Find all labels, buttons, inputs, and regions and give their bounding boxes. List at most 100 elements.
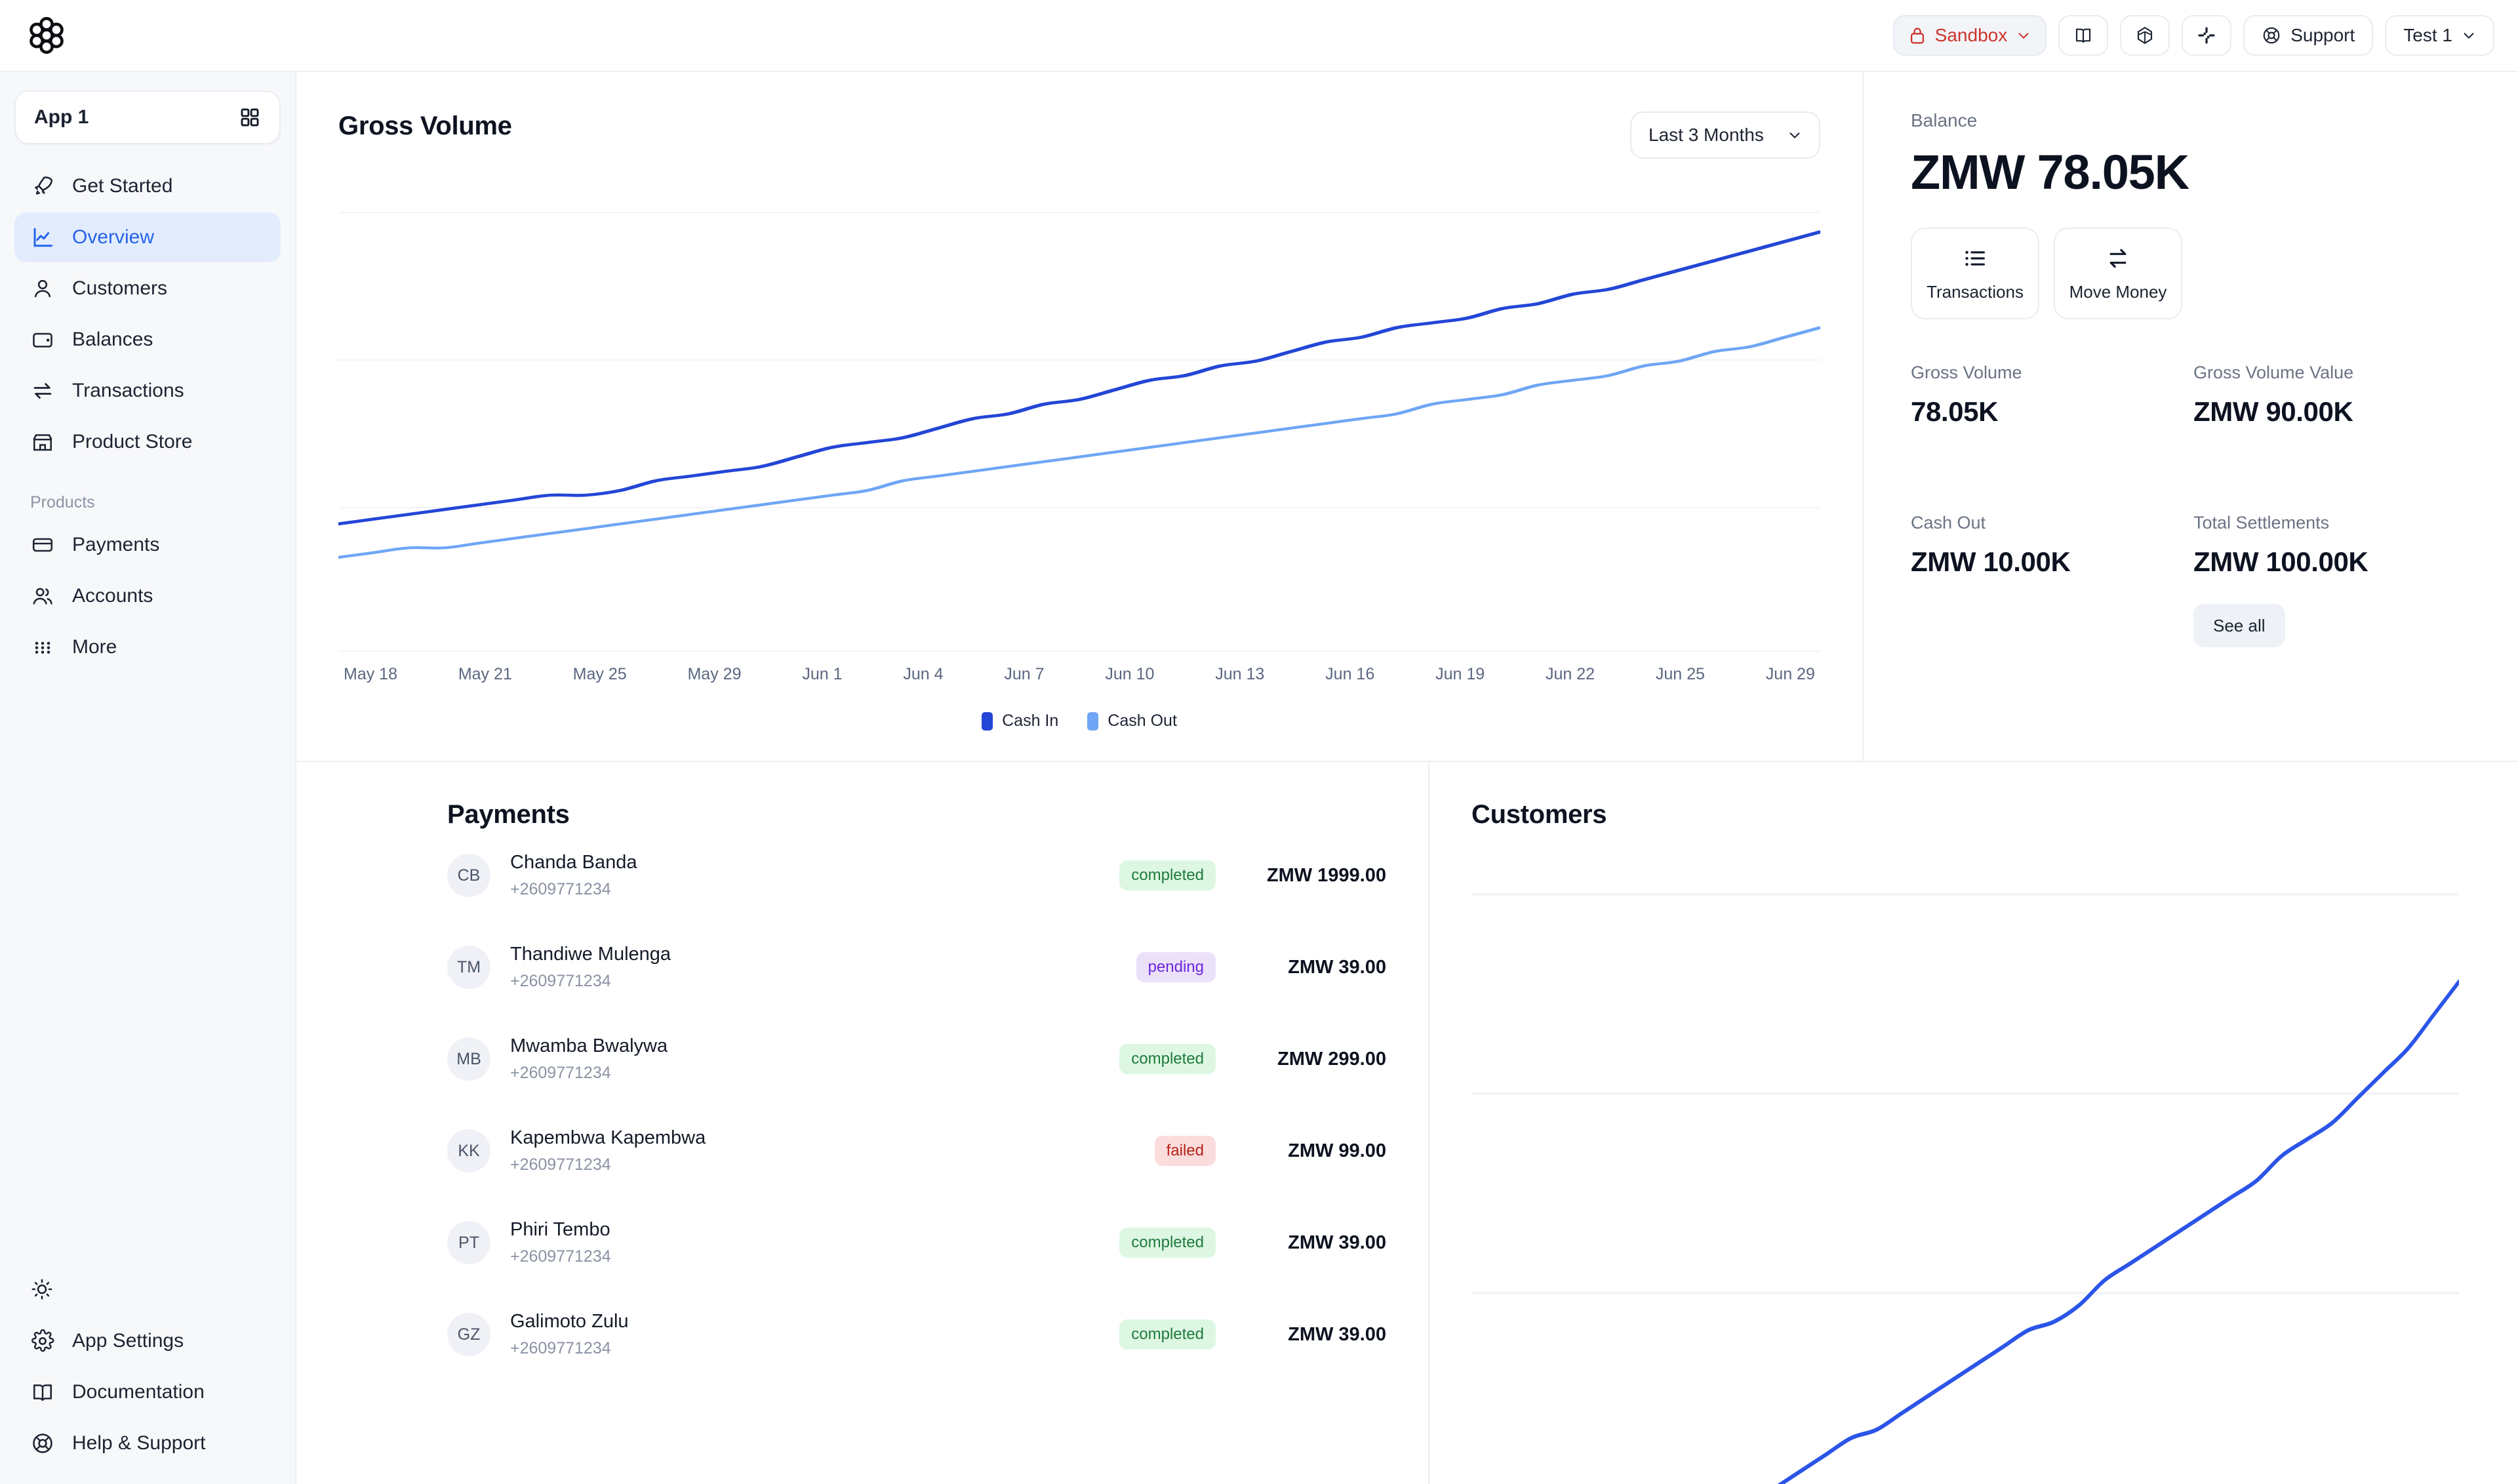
- avatar: TM: [447, 946, 490, 989]
- x-tick-label: Jun 16: [1325, 665, 1375, 683]
- account-menu[interactable]: Test 1: [2385, 15, 2494, 56]
- customers-svg: [1471, 892, 2459, 1484]
- sidebar-item-label: App Settings: [72, 1330, 184, 1352]
- list-icon: [1965, 251, 1985, 266]
- bottom-section: Payments CB Chanda Banda +2609771234 comple…: [296, 762, 2518, 1484]
- transactions-button[interactable]: Transactions: [1911, 228, 2039, 319]
- app-selector[interactable]: App 1: [14, 90, 281, 144]
- package-icon: [2138, 27, 2153, 44]
- support-button[interactable]: Support: [2243, 15, 2374, 56]
- stat-value: 78.05K: [1911, 396, 1999, 427]
- customers-card: Customers 12/311/71/141/211: [1429, 762, 2518, 1484]
- users-icon: [30, 584, 55, 609]
- gross-volume-x-axis: May 18 May 21 May 25 May 29 Jun 1 Jun 4 Jun 7 J…: [338, 665, 1820, 684]
- sidebar-item-payments[interactable]: Payments: [14, 520, 281, 570]
- dashboard-root: Sandbox Support Test 1 App 1 Get Started…: [0, 0, 2518, 1484]
- sidebar-item-transactions[interactable]: Transactions: [14, 366, 281, 416]
- sidebar-item-get-started[interactable]: Get Started: [14, 161, 281, 211]
- payment-phone: +2609771234: [510, 1339, 611, 1357]
- sidebar-item-customers[interactable]: Customers: [14, 264, 281, 313]
- payment-customer-name: Galimoto Zulu: [510, 1311, 629, 1332]
- balance-stats-grid: Gross Volume 78.05K Gross Volume Value Z…: [1911, 363, 2476, 647]
- payment-customer-name: Chanda Banda: [510, 852, 637, 873]
- x-tick-label: Jun 19: [1435, 665, 1485, 683]
- sidebar: App 1 Get Started Overview Customers Bal…: [0, 72, 296, 1484]
- legend-item-cash-in: Cash In: [982, 712, 1058, 731]
- payments-title: Payments: [447, 800, 570, 829]
- payment-row[interactable]: TM Thandiwe Mulenga +2609771234 pending ZMW …: [447, 921, 1386, 1013]
- sidebar-item-label: Transactions: [72, 380, 184, 401]
- sidebar-nav: Get Started Overview Customers Balances …: [0, 161, 295, 673]
- store-icon: [30, 430, 55, 454]
- legend-item-cash-out: Cash Out: [1087, 712, 1177, 731]
- sidebar-item-balances[interactable]: Balances: [14, 315, 281, 365]
- environment-badge[interactable]: Sandbox: [1892, 15, 2047, 56]
- payment-row[interactable]: GZ Galimoto Zulu +2609771234 completed ZMW 3…: [447, 1289, 1386, 1380]
- app-selector-value: App 1: [34, 106, 89, 128]
- payment-row[interactable]: KK Kapembwa Kapembwa +2609771234 failed ZMW …: [447, 1105, 1386, 1197]
- avatar: CB: [447, 854, 490, 897]
- gross-volume-card: Gross Volume Last 3 Months May 18 May 21…: [296, 72, 1862, 761]
- sidebar-item-product-store[interactable]: Product Store: [14, 417, 281, 467]
- account-label: Test 1: [2403, 25, 2452, 45]
- payment-row[interactable]: MB Mwamba Bwalywa +2609771234 completed ZMW …: [447, 1013, 1386, 1105]
- sidebar-item-label: Get Started: [72, 175, 173, 197]
- package-button[interactable]: [2120, 15, 2170, 56]
- status-badge: completed: [1119, 1044, 1216, 1074]
- support-label: Support: [2290, 25, 2355, 45]
- cash-out-line: [338, 326, 1820, 559]
- balance-amount: ZMW 78.05K: [1911, 145, 2189, 199]
- stat-label: Gross Volume: [1911, 363, 2022, 382]
- flower-cluster-logo-icon: [30, 16, 64, 54]
- top-bar-actions: Sandbox Support Test 1: [1892, 15, 2494, 56]
- payment-customer-name: Kapembwa Kapembwa: [510, 1127, 706, 1148]
- gross-volume-plot: [338, 194, 1820, 653]
- sidebar-item-label: Accounts: [72, 585, 153, 607]
- x-tick-label: Jun 25: [1655, 665, 1705, 683]
- date-range-select[interactable]: Last 3 Months: [1630, 111, 1820, 159]
- dots-grid-icon: [30, 635, 55, 660]
- x-tick-label: Jun 1: [802, 665, 843, 683]
- legend-label: Cash Out: [1108, 712, 1177, 730]
- cash-in-swatch: [982, 712, 993, 731]
- payment-row[interactable]: PT Phiri Tembo +2609771234 completed ZMW 39.…: [447, 1197, 1386, 1289]
- status-badge: completed: [1119, 1228, 1216, 1258]
- status-badge: failed: [1154, 1136, 1216, 1166]
- payments-card: Payments CB Chanda Banda +2609771234 comple…: [296, 762, 1429, 1484]
- move-money-button[interactable]: Move Money: [2054, 228, 2182, 319]
- sidebar-item-documentation[interactable]: Documentation: [14, 1367, 281, 1417]
- payment-amount: ZMW 299.00: [1277, 1048, 1386, 1070]
- sidebar-item-label: Product Store: [72, 431, 193, 452]
- stat-value: ZMW 90.00K: [2193, 396, 2353, 427]
- theme-toggle[interactable]: [14, 1265, 281, 1316]
- sidebar-item-accounts[interactable]: Accounts: [14, 571, 281, 621]
- payment-amount: ZMW 39.00: [1288, 1323, 1386, 1345]
- slack-icon: [2198, 27, 2215, 44]
- sidebar-item-help-support[interactable]: Help & Support: [14, 1418, 281, 1468]
- payment-customer-name: Mwamba Bwalywa: [510, 1035, 668, 1056]
- payment-row[interactable]: CB Chanda Banda +2609771234 completed ZMW 19…: [447, 830, 1386, 921]
- sidebar-item-label: Payments: [72, 534, 160, 555]
- credit-card-icon: [30, 532, 55, 557]
- stat-gross-volume: Gross Volume 78.05K: [1911, 363, 2193, 428]
- gridlines: [338, 212, 1820, 652]
- avatar: GZ: [447, 1313, 490, 1356]
- body: App 1 Get Started Overview Customers Bal…: [0, 72, 2518, 1484]
- status-badge: pending: [1136, 952, 1216, 982]
- payment-identity: Kapembwa Kapembwa +2609771234: [510, 1127, 1155, 1174]
- sidebar-group-label: Products: [30, 493, 95, 511]
- slack-button[interactable]: [2182, 15, 2232, 56]
- avatar: MB: [447, 1037, 490, 1081]
- sidebar-item-more[interactable]: More: [14, 622, 281, 672]
- see-all-button[interactable]: See all: [2193, 604, 2285, 647]
- sidebar-item-label: More: [72, 636, 117, 658]
- docs-book-button[interactable]: [2058, 15, 2109, 56]
- status-badge: completed: [1119, 860, 1216, 891]
- status-badge: completed: [1119, 1319, 1216, 1350]
- sidebar-item-overview[interactable]: Overview: [14, 212, 281, 262]
- sidebar-item-label: Balances: [72, 329, 153, 350]
- sidebar-item-app-settings[interactable]: App Settings: [14, 1316, 281, 1366]
- x-tick-label: Jun 29: [1765, 665, 1815, 683]
- brand-logo[interactable]: [26, 15, 118, 56]
- gross-volume-header: Gross Volume Last 3 Months: [338, 111, 1820, 159]
